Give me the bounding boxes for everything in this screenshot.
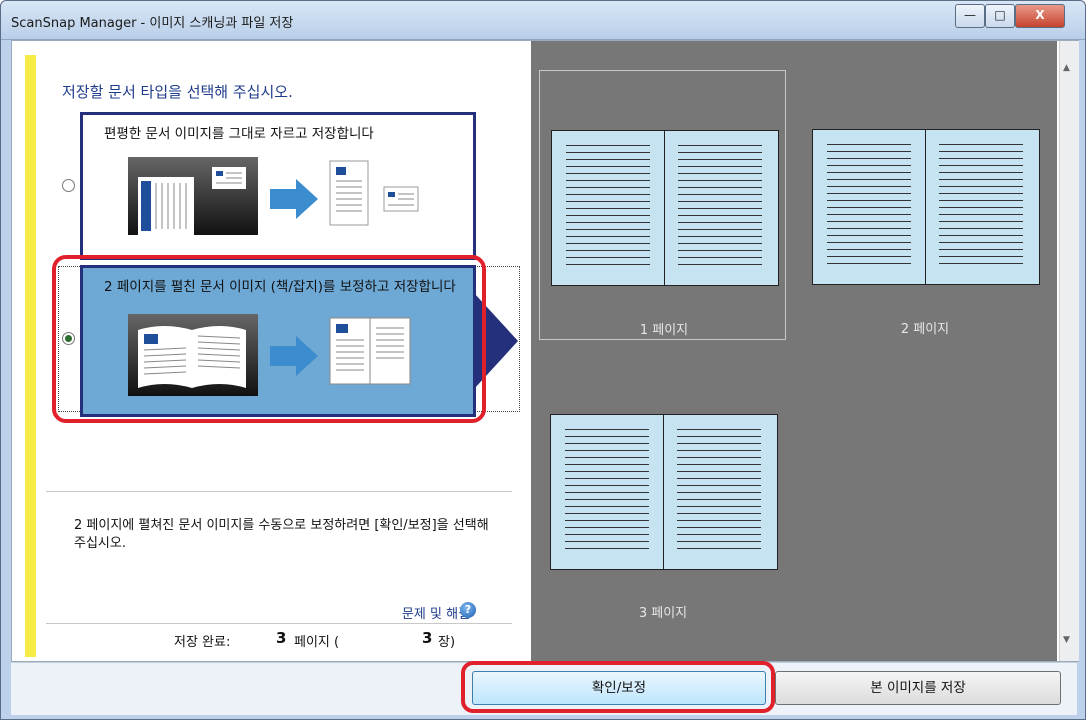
page-image xyxy=(812,129,1040,285)
save-image-button[interactable]: 본 이미지를 저장 xyxy=(775,671,1061,705)
scroll-down-icon[interactable]: ▼ xyxy=(1063,635,1070,645)
minimize-button[interactable]: — xyxy=(955,4,985,28)
page-label: 3 페이지 xyxy=(638,606,688,621)
option-flat-label: 편평한 문서 이미지를 그대로 자르고 저장합니다 xyxy=(104,126,374,142)
main-content: 저장할 문서 타입을 선택해 주십시오. 편평한 문서 이미지를 그대로 자르고… xyxy=(11,40,1079,662)
page-label: 1 페이지 xyxy=(639,323,689,338)
saved-pages-value: 3 xyxy=(276,629,287,647)
app-window: ScanSnap Manager - 이미지 스캐닝과 파일 저장 — □ X … xyxy=(0,0,1086,720)
instruction-text: 저장할 문서 타입을 선택해 주십시오. xyxy=(62,83,293,101)
option-flat-document[interactable]: 편평한 문서 이미지를 그대로 자르고 저장합니다 xyxy=(80,112,476,260)
help-icon[interactable]: ? xyxy=(460,602,476,618)
options-panel: 저장할 문서 타입을 선택해 주십시오. 편평한 문서 이미지를 그대로 자르고… xyxy=(12,41,522,661)
page-thumbnail-3[interactable]: 3 페이지 xyxy=(539,383,784,651)
divider xyxy=(46,491,512,492)
preview-scrollbar[interactable]: ▲ ▼ xyxy=(1059,41,1079,661)
saved-pages-unit: 페이지 ( xyxy=(294,635,340,650)
page-image xyxy=(550,414,778,570)
title-bar[interactable]: ScanSnap Manager - 이미지 스캐닝과 파일 저장 — □ X xyxy=(1,1,1085,40)
highlight-check-button xyxy=(461,661,775,713)
page-image xyxy=(551,130,779,286)
page-thumbnail-2[interactable]: 2 페이지 xyxy=(801,70,1046,338)
flat-document-illustration xyxy=(128,157,419,235)
saved-sheets-unit: 장) xyxy=(438,635,456,650)
window-title: ScanSnap Manager - 이미지 스캐닝과 파일 저장 xyxy=(11,16,294,31)
saved-sheets-value: 3 xyxy=(422,629,433,647)
highlight-bar xyxy=(25,55,36,657)
highlight-selected-option xyxy=(52,255,486,423)
preview-panel: 1 페이지 2 페이지 3 페이지 xyxy=(531,41,1057,661)
page-label: 2 페이지 xyxy=(900,322,950,337)
close-button[interactable]: X xyxy=(1015,4,1065,28)
radio-flat-document[interactable] xyxy=(62,179,75,192)
page-thumbnail-1[interactable]: 1 페이지 xyxy=(539,70,786,340)
scroll-up-icon[interactable]: ▲ xyxy=(1063,63,1070,73)
maximize-button[interactable]: □ xyxy=(985,4,1015,28)
divider xyxy=(46,623,512,624)
help-note: 2 페이지에 펼쳐진 문서 이미지를 수동으로 보정하려면 [확인/보정]을 선… xyxy=(74,518,489,551)
saved-label: 저장 완료: xyxy=(174,635,231,650)
